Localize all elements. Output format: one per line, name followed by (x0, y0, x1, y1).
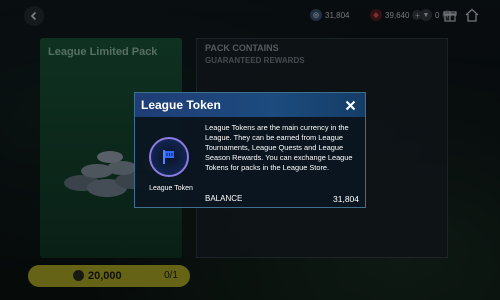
dialog-title: League Token (141, 98, 221, 112)
dialog-header: League Token (135, 93, 365, 117)
token-description: League Tokens are the main currency in t… (205, 123, 353, 172)
close-icon (345, 100, 355, 110)
league-token-dialog: League Token League Token League Tokens … (134, 92, 366, 208)
close-button[interactable] (343, 98, 357, 112)
balance-label: BALANCE (205, 194, 243, 203)
token-label: League Token (149, 185, 193, 192)
flag-icon (163, 150, 174, 164)
league-token-icon (149, 137, 189, 177)
balance-value: 31,804 (333, 194, 359, 204)
